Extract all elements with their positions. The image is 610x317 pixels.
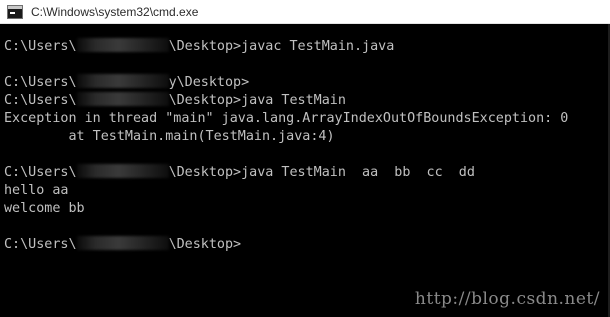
console-text: Exception in thread "main" java.lang.Arr… (4, 111, 569, 126)
console-text: C:\Users\ (4, 93, 77, 108)
console-line: C:\Users\ \Desktop> (4, 236, 608, 254)
redacted-username (76, 38, 169, 52)
redacted-username (76, 164, 169, 178)
console-text: \Desktop> (168, 237, 242, 252)
console-line: welcome bb (4, 200, 608, 218)
console-line: C:\Users\ \Desktop>java TestMain (4, 92, 608, 110)
redacted-username (76, 74, 169, 88)
console-line: at TestMain.main(TestMain.java:4) (4, 128, 608, 146)
console-text: \Desktop>javac TestMain.java (168, 39, 395, 54)
cmd-icon[interactable] (7, 4, 23, 19)
console-text: C:\Users\ (4, 237, 77, 252)
console-text: C:\Users\ (4, 75, 77, 90)
console-text: C:\Users\ (4, 165, 77, 180)
console-text: C:\Users\ (4, 39, 77, 54)
watermark: http://blog.csdn.net/ (414, 289, 600, 309)
console-line: Exception in thread "main" java.lang.Arr… (4, 110, 608, 128)
console-text: \Desktop>java TestMain (168, 93, 346, 108)
console-text: hello aa (4, 183, 69, 198)
redacted-username (76, 92, 169, 106)
console-text: at TestMain.main(TestMain.java:4) (4, 129, 335, 144)
console-line: C:\Users\ \Desktop>java TestMain aa bb cc… (4, 164, 608, 182)
window-title: C:\Windows\system32\cmd.exe (31, 4, 199, 19)
console-line: hello aa (4, 182, 608, 200)
title-bar[interactable]: C:\Windows\system32\cmd.exe (0, 0, 610, 24)
redacted-username (76, 236, 169, 250)
console-text: welcome bb (4, 201, 85, 216)
console-line: C:\Users\ y\Desktop> (4, 74, 608, 92)
console-line: C:\Users\ \Desktop>javac TestMain.java (4, 38, 608, 56)
console-text: \Desktop>java TestMain aa bb cc dd (168, 165, 475, 180)
console-output[interactable]: C:\Users\ \Desktop>javac TestMain.java C:\… (4, 38, 608, 254)
console-text: y\Desktop> (168, 75, 250, 90)
cmd-window: C:\Windows\system32\cmd.exe C:\Users\ \De… (0, 0, 610, 317)
